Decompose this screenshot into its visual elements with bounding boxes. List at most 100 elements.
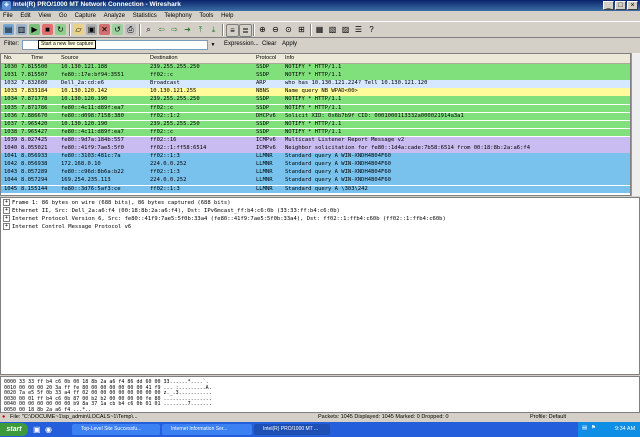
packet-row[interactable]: 1044 8.057294 169.254.235.113 224.0.0.252 LL… — [1, 177, 630, 186]
stop-capture-icon[interactable]: ■ — [42, 24, 53, 35]
find-packet-icon[interactable]: ⌕ — [143, 24, 154, 35]
interfaces-icon[interactable]: ▤ — [3, 24, 14, 35]
column-destination[interactable]: Destination — [150, 55, 178, 61]
packet-row[interactable]: 1032 7.832680 Dell_2a:cd:e6 Broadcast ARP who… — [1, 80, 630, 88]
start-capture-icon[interactable]: ▶ — [29, 24, 40, 35]
colorize-icon[interactable]: ≡ — [226, 24, 239, 37]
packet-source: 172.168.0.10 — [61, 161, 101, 168]
packet-row[interactable]: 1041 8.056933 fe80::3103:481c:7a ff02::1:3 L… — [1, 153, 630, 161]
task-iis-site[interactable]: Top-Level Site Successfu... — [72, 424, 160, 435]
capture-filters-icon[interactable]: ▦ — [314, 24, 325, 35]
packet-row[interactable]: 1043 8.057289 fe80::c96d:8b6a:b22 ff02::1:3… — [1, 169, 630, 177]
packet-row[interactable]: 1034 7.871778 10.130.120.190 239.255.255.25… — [1, 96, 630, 105]
preferences-icon[interactable]: ☰ — [353, 24, 364, 35]
expand-icon[interactable]: + — [3, 215, 10, 222]
column-time[interactable]: Time — [31, 55, 43, 61]
security-icon[interactable]: ⚑ — [591, 425, 596, 431]
quick-launch-icon[interactable]: ▣ — [33, 425, 41, 434]
packet-details-pane[interactable]: + Frame 1: 86 bytes on wire (688 bits), 8… — [0, 197, 640, 375]
task-iis-manager[interactable]: Internet Information Ser... — [162, 424, 252, 435]
menu-go[interactable]: Go — [56, 11, 70, 21]
capture-options-icon[interactable]: ▥ — [16, 24, 27, 35]
display-filters-icon[interactable]: ▧ — [327, 24, 338, 35]
detail-ipv6[interactable]: + Internet Protocol Version 6, Src: fe80:… — [3, 215, 446, 223]
apply-button[interactable]: Apply — [282, 41, 297, 47]
restart-capture-icon[interactable]: ↻ — [55, 24, 66, 35]
expand-icon[interactable]: + — [3, 223, 10, 230]
column-no[interactable]: No. — [4, 55, 13, 61]
packet-no: 1037 — [4, 120, 18, 127]
expand-icon[interactable]: + — [3, 199, 10, 206]
packet-row[interactable]: 1039 8.027425 fe80::9d7a:184b:557 ff02::16 I… — [1, 136, 630, 145]
packet-row[interactable]: 1042 8.056938 172.168.0.10 224.0.0.252 LLMNR… — [1, 161, 630, 169]
packet-row[interactable]: 1038 7.965427 fe80::4c11:d89f:ea7 ff02::c SS… — [1, 128, 630, 137]
column-info[interactable]: Info — [285, 55, 294, 61]
packet-list[interactable]: No. Time Source Destination Protocol Inf… — [0, 53, 631, 196]
menu-help[interactable]: Help — [218, 11, 236, 21]
menu-statistics[interactable]: Statistics — [130, 11, 160, 21]
menu-view[interactable]: View — [35, 11, 54, 21]
go-to-packet-icon[interactable]: ➜ — [182, 24, 193, 35]
status-profile[interactable]: Profile: Default — [530, 414, 566, 420]
menu-telephony[interactable]: Telephony — [161, 11, 194, 21]
clear-button[interactable]: Clear — [262, 41, 276, 47]
column-source[interactable]: Source — [61, 55, 78, 61]
zoom-normal-icon[interactable]: ⊙ — [283, 24, 294, 35]
detail-frame[interactable]: + Frame 1: 86 bytes on wire (688 bits), 8… — [3, 199, 231, 207]
go-last-icon[interactable]: ⤓ — [208, 24, 219, 35]
packet-row[interactable]: 1036 7.886670 fe80::d098:7158:380 ff02::1:2… — [1, 112, 630, 121]
menu-capture[interactable]: Capture — [72, 11, 99, 21]
quick-launch-icon[interactable]: ◉ — [45, 425, 52, 434]
close-file-icon[interactable]: ✕ — [99, 24, 110, 35]
detail-ethernet[interactable]: + Ethernet II, Src: Dell_2a:a6:f4 (00:18:… — [3, 207, 340, 215]
packet-source: fe80::3d76:5af3:ce — [61, 185, 121, 192]
go-back-icon[interactable]: ⇦ — [156, 24, 167, 35]
packet-no: 1041 — [4, 153, 18, 160]
expression-button[interactable]: Expression... — [224, 41, 259, 47]
packet-row[interactable]: 1040 8.055021 fe80::41f9:7ae5:5f0 ff02::1:f… — [1, 145, 630, 153]
close-button[interactable]: × — [627, 1, 638, 10]
task-wireshark[interactable]: Intel(R) PRO/1000 MT ... — [254, 424, 330, 435]
packet-row[interactable]: 1035 7.871786 fe80::4c11:d89f:ea7 ff02::c SS… — [1, 104, 630, 113]
packet-no: 1031 — [4, 72, 18, 79]
open-file-icon[interactable]: ▱ — [73, 24, 84, 35]
autoscroll-icon[interactable]: ≣ — [239, 24, 252, 37]
packet-source: fe80::17e:bf94:3551 — [61, 72, 124, 79]
expert-info-icon[interactable]: ● — [2, 414, 5, 420]
expand-icon[interactable]: + — [3, 207, 10, 214]
start-button[interactable]: start — [0, 423, 28, 436]
filter-dropdown-icon[interactable]: ▼ — [209, 40, 217, 50]
packet-bytes-pane[interactable]: 0000 33 33 ff b4 c6 0b 00 18 8b 2a a6 f4… — [0, 376, 640, 413]
packet-row[interactable]: 1030 7.815500 10.130.121.188 239.255.255.25… — [1, 64, 630, 72]
minimize-button[interactable]: _ — [603, 1, 614, 10]
zoom-out-icon[interactable]: ⊖ — [270, 24, 281, 35]
zoom-in-icon[interactable]: ⊕ — [257, 24, 268, 35]
coloring-rules-icon[interactable]: ▨ — [340, 24, 351, 35]
network-icon[interactable]: ▤ — [582, 425, 587, 431]
resize-columns-icon[interactable]: ⊞ — [296, 24, 307, 35]
help-icon[interactable]: ? — [366, 24, 377, 35]
packet-destination: ff02::c — [150, 72, 174, 79]
save-file-icon[interactable]: ▣ — [86, 24, 97, 35]
menu-analyze[interactable]: Analyze — [101, 11, 128, 21]
print-icon[interactable]: ⎙ — [125, 24, 136, 35]
go-first-icon[interactable]: ⤒ — [195, 24, 206, 35]
column-protocol[interactable]: Protocol — [256, 55, 276, 61]
packet-row[interactable]: 1031 7.815507 fe80::17e:bf94:3551 ff02::c SS… — [1, 72, 630, 80]
packet-list-scrollbar[interactable] — [631, 53, 640, 196]
menu-edit[interactable]: Edit — [17, 11, 33, 21]
packet-row[interactable]: 1037 7.965420 10.130.120.190 239.255.255.25… — [1, 120, 630, 129]
tooltip: Start a new live capture — [38, 40, 97, 49]
menu-file[interactable]: File — [0, 11, 16, 21]
detail-icmpv6[interactable]: + Internet Control Message Protocol v6 — [3, 223, 131, 231]
menu-bar: File Edit View Go Capture Analyze Statis… — [0, 11, 640, 21]
filter-label: Filter: — [4, 41, 19, 47]
packet-row[interactable]: 1033 7.833184 10.130.120.142 10.130.121.255… — [1, 88, 630, 96]
menu-tools[interactable]: Tools — [196, 11, 216, 21]
packet-destination: ff02::1:3 — [150, 185, 180, 192]
maximize-button[interactable]: □ — [615, 1, 626, 10]
packet-destination: ff02::c — [150, 128, 174, 135]
go-forward-icon[interactable]: ⇨ — [169, 24, 180, 35]
reload-icon[interactable]: ↺ — [112, 24, 123, 35]
packet-row[interactable]: 1045 8.155144 fe80::3d76:5af3:ce ff02::1:3 L… — [1, 185, 630, 194]
